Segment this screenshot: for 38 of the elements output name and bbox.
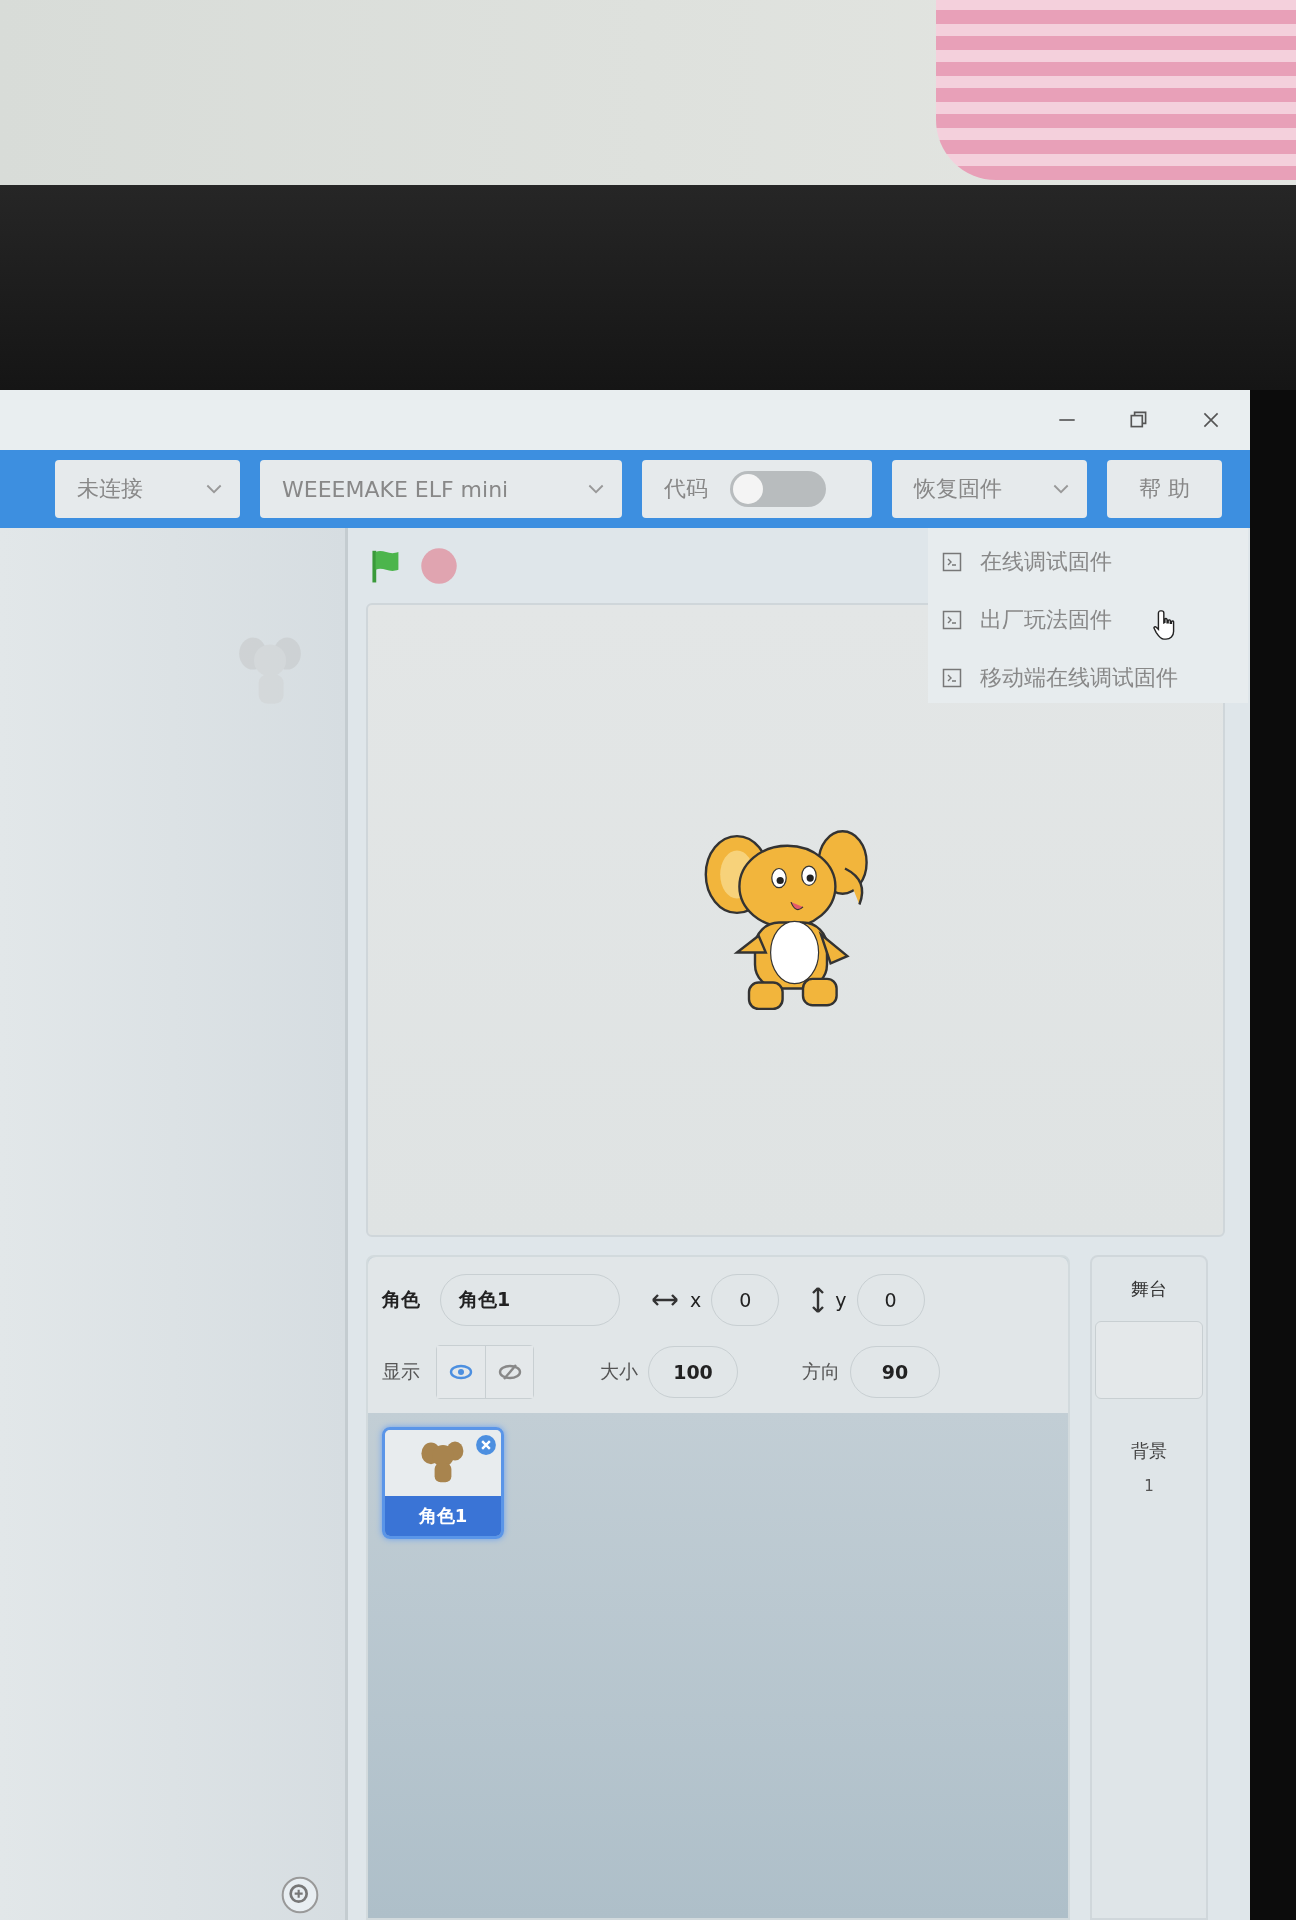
stage-title: 舞台 xyxy=(1131,1277,1167,1301)
caret-icon xyxy=(1053,483,1069,495)
menu-item-label: 在线调试固件 xyxy=(980,548,1112,576)
zoom-in-icon[interactable] xyxy=(280,1875,320,1915)
backdrop-label: 背景 xyxy=(1131,1439,1167,1463)
connection-dropdown[interactable]: 未连接 xyxy=(55,460,240,518)
eye-icon xyxy=(449,1363,473,1381)
help-button[interactable]: 帮 助 xyxy=(1107,460,1222,518)
menu-item[interactable]: 在线调试固件 xyxy=(942,542,1248,582)
backdrop-thumbnail[interactable] xyxy=(1095,1321,1203,1399)
device-dropdown[interactable]: WEEEMAKE ELF mini xyxy=(260,460,622,518)
code-label: 代码 xyxy=(664,475,708,503)
caret-icon xyxy=(588,483,604,495)
menu-item[interactable]: 出厂玩法固件 xyxy=(942,600,1248,640)
menu-item-label: 移动端在线调试固件 xyxy=(980,664,1178,692)
y-label: y xyxy=(835,1289,847,1311)
crossed-eye-icon xyxy=(497,1363,522,1381)
firmware-dropdown[interactable]: 恢复固件 xyxy=(892,460,1087,518)
delete-icon[interactable] xyxy=(475,1434,497,1456)
sprite-label: 角色 xyxy=(382,1287,420,1312)
firmware-icon xyxy=(942,668,962,688)
menu-item-label: 出厂玩法固件 xyxy=(980,606,1112,634)
sprite-name: 角色1 xyxy=(385,1496,501,1536)
x-label: x xyxy=(690,1289,702,1311)
menu-item[interactable]: 移动端在线调试固件 xyxy=(942,658,1248,698)
sprite-tile[interactable]: 角色1 xyxy=(382,1427,504,1539)
code-toggle[interactable] xyxy=(730,471,826,507)
direction-label: 方向 xyxy=(802,1359,840,1384)
size-label: 大小 xyxy=(600,1359,638,1384)
firmware-icon xyxy=(942,610,962,630)
horizontal-arrow-icon xyxy=(650,1293,680,1307)
firmware-icon xyxy=(942,552,962,572)
vertical-arrow-icon xyxy=(811,1285,826,1315)
backdrop-count: 1 xyxy=(1144,1477,1154,1495)
caret-icon xyxy=(206,483,222,495)
stop-icon[interactable] xyxy=(420,546,458,585)
hide-button[interactable] xyxy=(485,1346,533,1398)
show-label: 显示 xyxy=(382,1359,420,1384)
